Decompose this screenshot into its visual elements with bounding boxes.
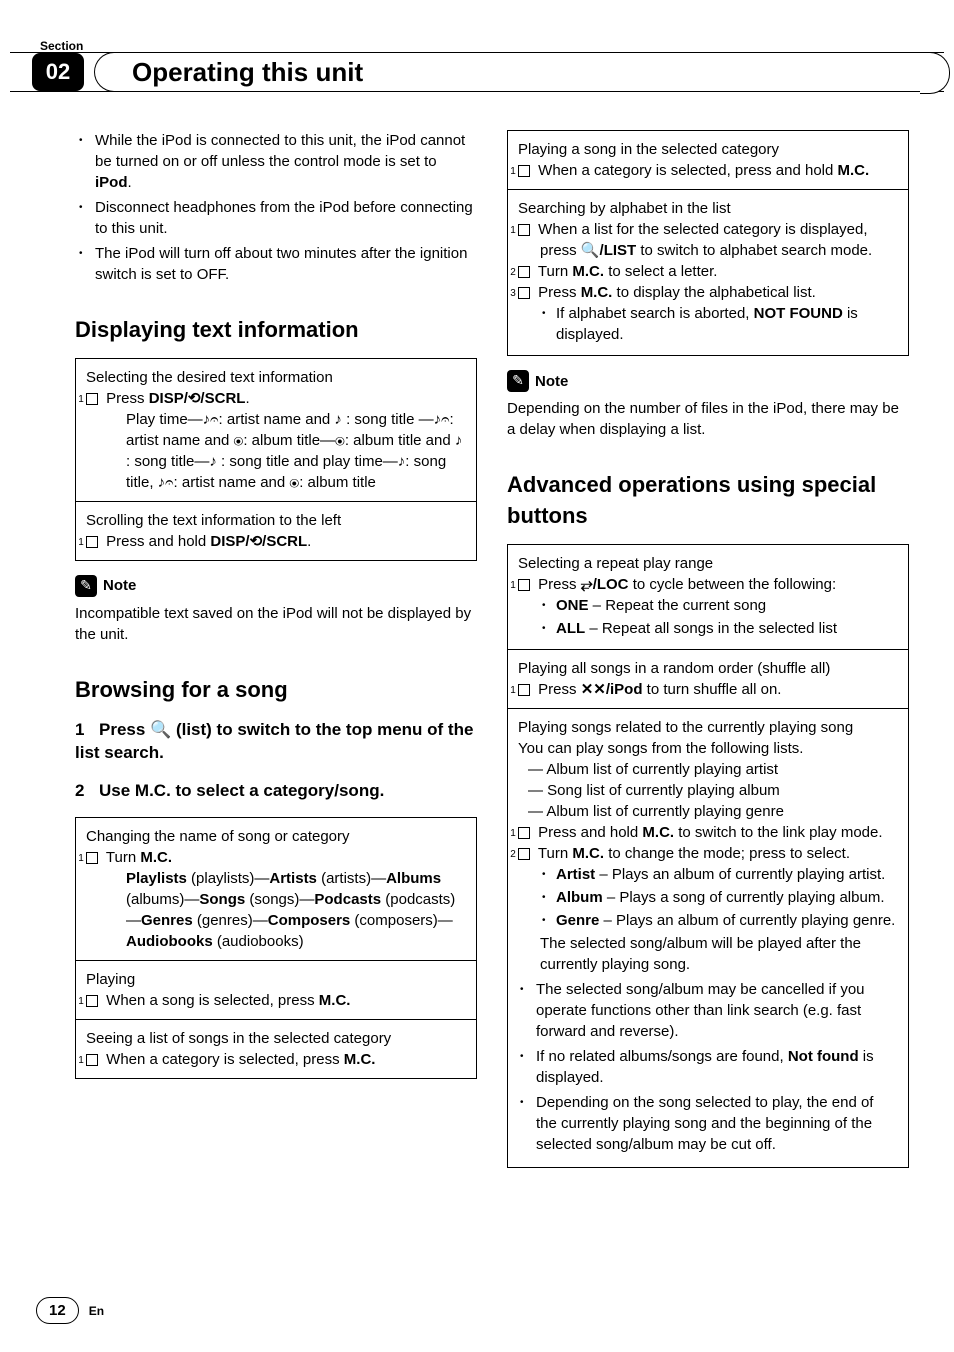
list-item: Artist – Plays an album of currently pla… [556, 864, 898, 885]
dash-line: — Album list of currently playing artist [518, 759, 898, 780]
box-step: 1 When a category is selected, press and… [518, 160, 898, 181]
page-title: Operating this unit [132, 54, 363, 90]
note-icon: ✎ [75, 575, 97, 597]
step-number-icon: 1 [518, 224, 530, 236]
step-2: 2Use M.C. to select a category/song. [75, 779, 477, 803]
box-title: Selecting the desired text information [86, 367, 466, 388]
list-item: ALL – Repeat all songs in the selected l… [556, 618, 898, 639]
box-seeing-list: Seeing a list of songs in the selected c… [75, 1020, 477, 1079]
box-title: Playing songs related to the currently p… [518, 717, 898, 738]
box-title: Searching by alphabet in the list [518, 198, 898, 219]
list-item: While the iPod is connected to this unit… [95, 130, 477, 193]
box-change-name: Changing the name of song or category 1 … [75, 817, 477, 961]
list-item: ONE – Repeat the current song [556, 595, 898, 616]
box-step: 1 Press and hold M.C. to switch to the l… [518, 822, 898, 843]
box-title: Selecting a repeat play range [518, 553, 898, 574]
page-footer: 12 En [36, 1297, 104, 1324]
box-step: 1 Press DISP/⟲/SCRL. [86, 388, 466, 409]
step-number-icon: 1 [86, 393, 98, 405]
section-number: 02 [32, 53, 84, 91]
step-number-icon: 2 [518, 266, 530, 278]
step-number-icon: 1 [518, 684, 530, 696]
list-item: Album – Plays a song of currently playin… [556, 887, 898, 908]
box-title: Changing the name of song or category [86, 826, 466, 847]
list-item: The iPod will turn off about two minutes… [95, 243, 477, 285]
note-label: Note [535, 371, 568, 392]
box-step: 1 Press and hold DISP/⟲/SCRL. [86, 531, 466, 552]
box-step: 1 When a list for the selected category … [518, 219, 898, 261]
page-header: 02 Operating this unit [10, 52, 944, 92]
note-label: Note [103, 575, 136, 596]
box-step: 2 Turn M.C. to change the mode; press to… [518, 843, 898, 864]
box-body: Play time—♪𝄐: artist name and ♪ : song t… [86, 409, 466, 493]
header-paren-icon [94, 52, 114, 92]
heading-browsing: Browsing for a song [75, 675, 477, 706]
box-repeat-range: Selecting a repeat play range 1 Press ⥂/… [507, 544, 909, 650]
note-block: ✎ Note [75, 575, 477, 597]
box-intro: You can play songs from the following li… [518, 738, 898, 759]
box-step: 1 Press ✕✕/iPod to turn shuffle all on. [518, 679, 898, 700]
search-icon: 🔍 [150, 720, 171, 739]
box-shuffle-all: Playing all songs in a random order (shu… [507, 650, 909, 709]
box-step: 1 Press ⥂/LOC to cycle between the follo… [518, 574, 898, 595]
step-number-icon: 1 [518, 827, 530, 839]
note-text: Incompatible text saved on the iPod will… [75, 603, 477, 645]
list-item: Depending on the song selected to play, … [536, 1092, 898, 1155]
intro-list: While the iPod is connected to this unit… [75, 130, 477, 285]
left-column: While the iPod is connected to this unit… [75, 130, 477, 1182]
box-step: 2 Turn M.C. to select a letter. [518, 261, 898, 282]
box-title: Playing [86, 969, 466, 990]
dash-line: — Album list of currently playing genre [518, 801, 898, 822]
right-column: Playing a song in the selected category … [507, 130, 909, 1182]
list-item: Disconnect headphones from the iPod befo… [95, 197, 477, 239]
header-curve-icon [920, 52, 950, 94]
box-after: The selected song/album will be played a… [518, 933, 898, 975]
step-number-icon: 1 [86, 995, 98, 1007]
box-title: Seeing a list of songs in the selected c… [86, 1028, 466, 1049]
box-search-alpha: Searching by alphabet in the list 1 When… [507, 190, 909, 356]
note-text: Depending on the number of files in the … [507, 398, 909, 440]
note-icon: ✎ [507, 370, 529, 392]
box-step: 3 Press M.C. to display the alphabetical… [518, 282, 898, 303]
box-step: 1 Turn M.C. [86, 847, 466, 868]
box-playing: Playing 1 When a song is selected, press… [75, 961, 477, 1020]
page-lang: En [89, 1303, 104, 1320]
step-number-icon: 2 [518, 848, 530, 860]
list-item: If alphabet search is aborted, NOT FOUND… [556, 303, 898, 345]
box-title: Scrolling the text information to the le… [86, 510, 466, 531]
page-number: 12 [36, 1297, 79, 1324]
box-play-selected: Playing a song in the selected category … [507, 130, 909, 190]
step-number-icon: 3 [518, 287, 530, 299]
list-item: Genre – Plays an album of currently play… [556, 910, 898, 931]
note-block: ✎ Note [507, 370, 909, 392]
step-number-icon: 1 [518, 165, 530, 177]
box-title: Playing a song in the selected category [518, 139, 898, 160]
list-item: If no related albums/songs are found, No… [536, 1046, 898, 1088]
step-number-icon: 1 [86, 1054, 98, 1066]
dash-line: — Song list of currently playing album [518, 780, 898, 801]
heading-displaying-text: Displaying text information [75, 315, 477, 346]
step-1: 1Press 🔍 (list) to switch to the top men… [75, 718, 477, 766]
box-related-songs: Playing songs related to the currently p… [507, 709, 909, 1168]
heading-advanced: Advanced operations using special button… [507, 470, 909, 532]
box-step: 1 When a category is selected, press M.C… [86, 1049, 466, 1070]
box-scroll-text: Scrolling the text information to the le… [75, 502, 477, 561]
list-item: The selected song/album may be cancelled… [536, 979, 898, 1042]
box-step: 1 When a song is selected, press M.C. [86, 990, 466, 1011]
box-select-text-info: Selecting the desired text information 1… [75, 358, 477, 502]
step-number-icon: 1 [518, 579, 530, 591]
box-body: Playlists (playlists)—Artists (artists)—… [86, 868, 466, 952]
step-number-icon: 1 [86, 536, 98, 548]
step-number-icon: 1 [86, 852, 98, 864]
box-title: Playing all songs in a random order (shu… [518, 658, 898, 679]
